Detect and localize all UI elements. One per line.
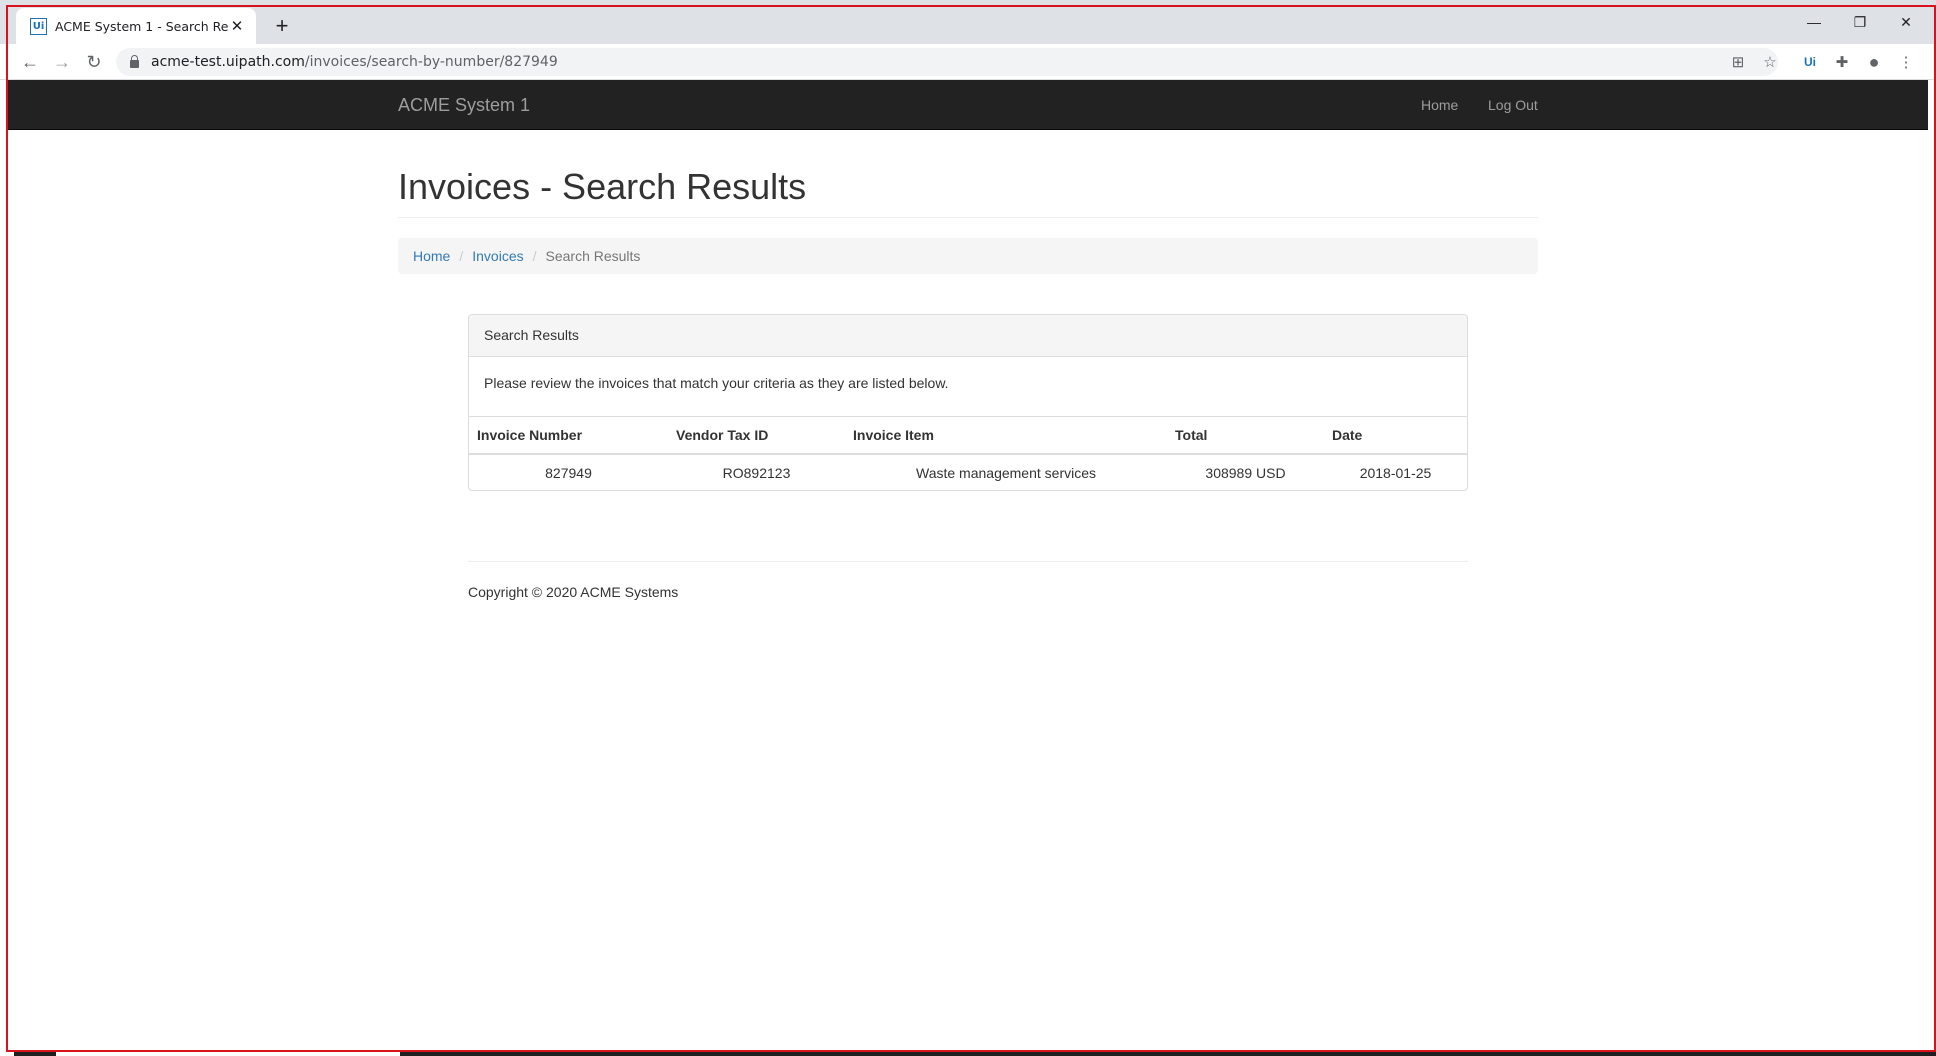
column-header: Vendor Tax ID [668,417,845,455]
nav-logout-link[interactable]: Log Out [1488,97,1538,113]
breadcrumb-invoices-link[interactable]: Invoices [472,248,523,264]
vendor-tax-id-cell: RO892123 [722,464,791,481]
lock-icon [130,54,139,68]
search-results-panel: Search Results Please review the invoice… [468,314,1468,491]
translate-icon[interactable]: ⊞ [1724,48,1752,76]
column-header: Total [1167,417,1324,455]
brand-logo[interactable]: ACME System 1 [398,95,530,116]
breadcrumb: Home / Invoices / Search Results [398,238,1538,274]
url-host: acme-test.uipath.com [151,54,305,70]
column-header: Invoice Number [469,417,668,455]
site-navbar: ACME System 1 Home Log Out [8,80,1928,130]
reload-icon[interactable]: ↻ [80,48,108,76]
copyright-text: Copyright © 2020 ACME Systems [468,584,679,600]
column-header: Invoice Item [845,417,1167,455]
bookmark-star-icon[interactable]: ☆ [1756,48,1784,76]
browser-toolbar: ← → ↻ acme-test.uipath.com/invoices/sear… [0,44,1936,80]
breadcrumb-separator: / [532,248,537,264]
browser-tab-strip: Ui ACME System 1 - Search Results ✕ + — … [0,0,1936,44]
total-cell: 308989 USD [1205,464,1286,481]
date-cell: 2018-01-25 [1359,464,1432,481]
nav-home-link[interactable]: Home [1421,97,1458,113]
column-header: Date [1324,417,1467,455]
invoices-table: Invoice Number Vendor Tax ID Invoice Ite… [469,417,1467,490]
restore-icon[interactable]: ❐ [1840,8,1880,36]
uipath-favicon-icon: Ui [30,17,47,35]
footer-divider [468,561,1468,562]
panel-heading: Search Results [469,315,1467,357]
browser-tab[interactable]: Ui ACME System 1 - Search Results ✕ [16,8,256,44]
breadcrumb-separator: / [459,248,464,264]
title-divider [398,217,1538,218]
minimize-icon[interactable]: — [1794,8,1834,36]
invoice-item-cell: Waste management services [916,464,1096,481]
taskbar-segment [400,1050,1936,1056]
extensions-puzzle-icon[interactable]: ✚ [1828,48,1856,76]
table-header-row: Invoice Number Vendor Tax ID Invoice Ite… [469,417,1467,455]
url-path: /invoices/search-by-number/827949 [304,54,558,70]
panel-description: Please review the invoices that match yo… [469,357,1467,417]
profile-avatar-icon[interactable]: ● [1860,48,1888,76]
close-icon[interactable]: ✕ [228,17,246,35]
address-bar[interactable]: acme-test.uipath.com/invoices/search-by-… [116,48,1778,76]
breadcrumb-home-link[interactable]: Home [413,248,450,264]
taskbar-segment [14,1050,56,1056]
window-close-icon[interactable]: ✕ [1886,8,1926,36]
invoice-number-cell: 827949 [545,464,592,481]
menu-kebab-icon[interactable]: ⋮ [1892,48,1920,76]
back-arrow-icon[interactable]: ← [16,48,44,76]
new-tab-icon[interactable]: + [268,12,296,40]
breadcrumb-current: Search Results [545,248,641,264]
screen-frame [6,5,1936,1052]
table-row: 827949 RO892123 Waste management service… [469,454,1467,490]
page-title: Invoices - Search Results [398,166,807,207]
tab-title: ACME System 1 - Search Results [55,18,228,34]
uipath-extension-icon[interactable]: Ui [1796,48,1824,76]
forward-arrow-icon[interactable]: → [48,48,76,76]
